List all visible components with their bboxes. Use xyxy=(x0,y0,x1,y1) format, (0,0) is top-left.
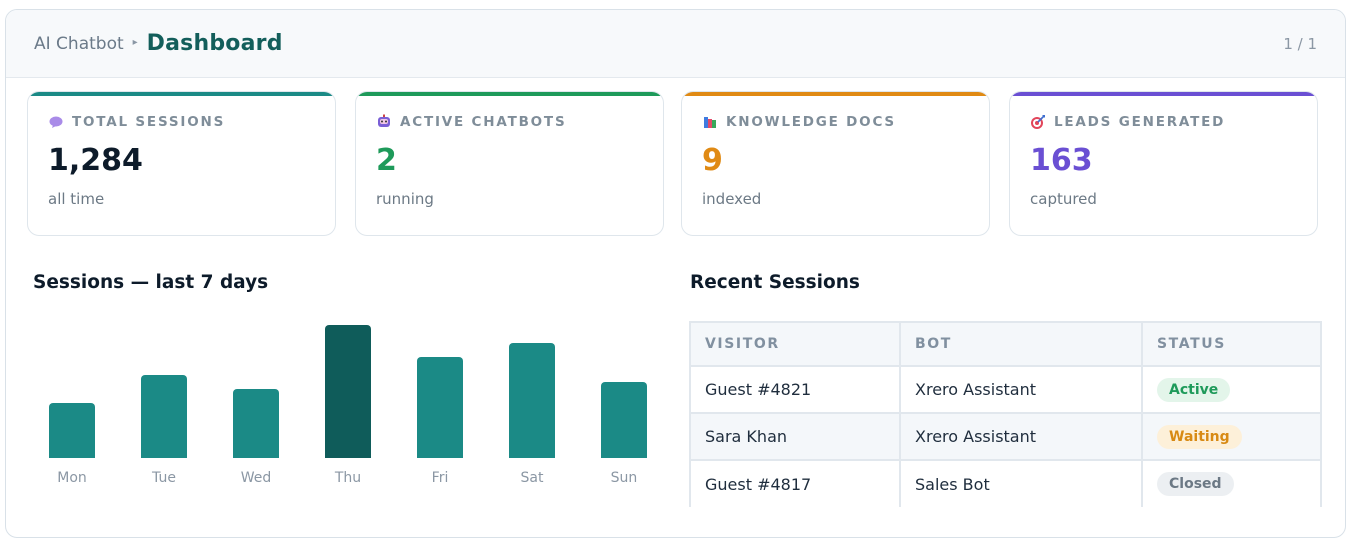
robot-icon xyxy=(376,114,392,130)
stat-value: 2 xyxy=(376,143,397,178)
table-header-row: VISITOR BOT STATUS xyxy=(689,321,1322,367)
bar-thu[interactable] xyxy=(325,325,371,458)
stat-label: TOTAL SESSIONS xyxy=(72,114,226,130)
page-title: Dashboard xyxy=(146,31,283,56)
status-badge: Active xyxy=(1157,377,1231,402)
visitor-cell: Sara Khan xyxy=(689,412,901,461)
recent-sessions-table: VISITOR BOT STATUS Guest #4821 Xrero Ass… xyxy=(689,321,1322,507)
breadcrumb-root[interactable]: AI Chatbot xyxy=(34,34,124,54)
status-cell: Waiting xyxy=(1141,412,1322,461)
visitor-cell: Guest #4821 xyxy=(689,365,901,414)
stat-label: LEADS GENERATED xyxy=(1054,114,1226,130)
x-tick-label: Wed xyxy=(240,470,272,486)
x-tick-label: Thu xyxy=(334,470,362,486)
speech-bubble-icon xyxy=(48,114,64,130)
bar-sun[interactable] xyxy=(601,382,647,458)
stat-label: ACTIVE CHATBOTS xyxy=(400,114,567,130)
stat-card-knowledge-docs[interactable]: KNOWLEDGE DOCS 9 indexed xyxy=(681,91,990,236)
stat-subtext: all time xyxy=(48,190,105,208)
status-cell: Closed xyxy=(1141,459,1322,507)
x-tick-label: Sun xyxy=(610,470,638,486)
status-badge: Waiting xyxy=(1157,424,1242,449)
books-icon xyxy=(702,114,718,130)
stat-subtext: running xyxy=(376,190,434,208)
table-row[interactable]: Guest #4821 Xrero Assistant Active xyxy=(689,365,1322,414)
stat-subtext: indexed xyxy=(702,190,762,208)
stat-card-leads-generated[interactable]: LEADS GENERATED 163 captured xyxy=(1009,91,1318,236)
status-badge: Closed xyxy=(1157,472,1234,496)
chart-title: Sessions — last 7 days xyxy=(33,272,269,293)
bar-tue[interactable] xyxy=(141,375,187,458)
breadcrumb-separator-icon: ▸ xyxy=(132,37,138,48)
stat-value: 163 xyxy=(1030,143,1093,178)
bar-mon[interactable] xyxy=(49,403,95,458)
stat-subtext: captured xyxy=(1030,190,1097,208)
target-icon xyxy=(1030,114,1046,130)
x-tick-label: Fri xyxy=(431,470,449,486)
column-header-bot[interactable]: BOT xyxy=(899,321,1143,367)
table-row[interactable]: Guest #4817 Sales Bot Closed xyxy=(689,459,1322,507)
stat-card-active-chatbots[interactable]: ACTIVE CHATBOTS 2 running xyxy=(355,91,664,236)
bot-cell: Xrero Assistant xyxy=(899,365,1143,414)
column-header-status[interactable]: STATUS xyxy=(1141,321,1322,367)
status-cell: Active xyxy=(1141,365,1322,414)
x-tick-label: Sat xyxy=(520,470,544,486)
stats-cards: TOTAL SESSIONS 1,284 all time ACTIVE CHA… xyxy=(27,91,1318,236)
stat-label: KNOWLEDGE DOCS xyxy=(726,114,896,130)
header-bar: AI Chatbot ▸ Dashboard 1 / 1 xyxy=(6,10,1345,78)
bar-sat[interactable] xyxy=(509,343,555,458)
stat-value: 1,284 xyxy=(48,143,143,178)
sessions-bar-chart: Mon Tue Wed Thu Fri Sat Sun xyxy=(27,320,651,496)
visitor-cell: Guest #4817 xyxy=(689,459,901,507)
x-tick-label: Mon xyxy=(57,470,87,486)
x-tick-label: Tue xyxy=(152,470,176,486)
recent-sessions-title: Recent Sessions xyxy=(690,272,860,293)
table-row[interactable]: Sara Khan Xrero Assistant Waiting xyxy=(689,412,1322,461)
bot-cell: Sales Bot xyxy=(899,459,1143,507)
stat-card-total-sessions[interactable]: TOTAL SESSIONS 1,284 all time xyxy=(27,91,336,236)
bar-wed[interactable] xyxy=(233,389,279,458)
bot-cell: Xrero Assistant xyxy=(899,412,1143,461)
page-indicator: 1 / 1 xyxy=(1283,34,1317,53)
bar-fri[interactable] xyxy=(417,357,463,458)
column-header-visitor[interactable]: VISITOR xyxy=(689,321,901,367)
stat-value: 9 xyxy=(702,143,723,178)
